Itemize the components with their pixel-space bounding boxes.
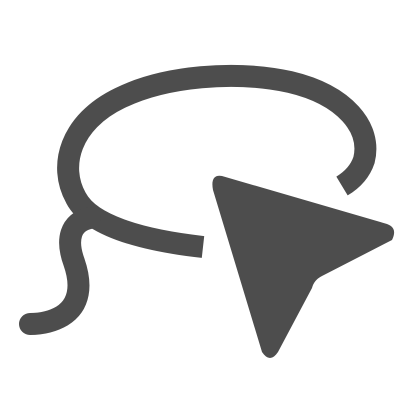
- lasso-select-icon-canvas: [0, 0, 420, 420]
- lasso-select-icon: [19, 64, 395, 358]
- cursor-arrow: [212, 175, 395, 358]
- lasso-tail: [19, 207, 101, 335]
